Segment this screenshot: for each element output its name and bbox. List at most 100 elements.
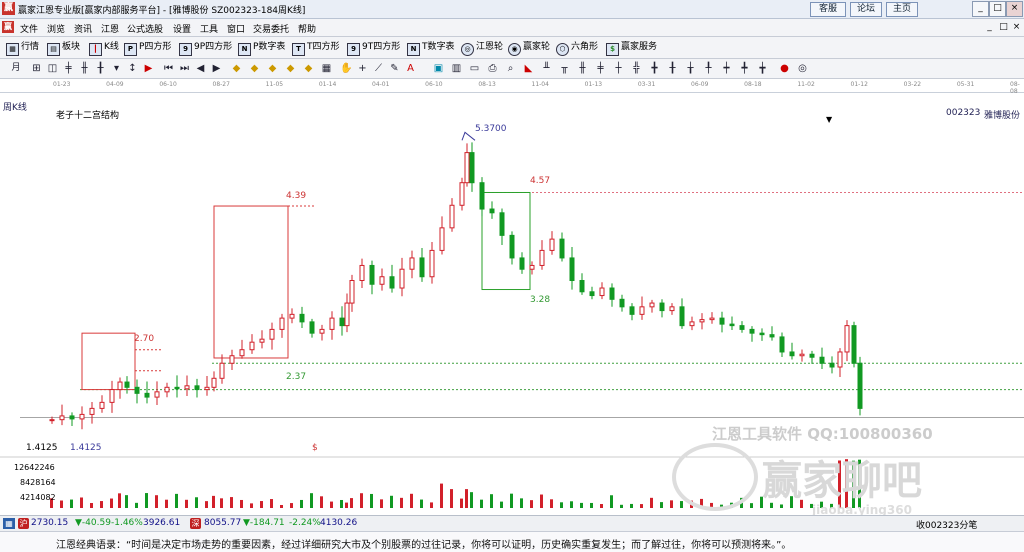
period-selector[interactable]: 月 xyxy=(6,62,26,75)
tool-h2-icon[interactable]: ╥ xyxy=(558,62,571,75)
minimize-button[interactable]: _ xyxy=(972,1,989,17)
volume-bar xyxy=(145,493,148,508)
volume-bar xyxy=(205,501,208,508)
9p-square-button[interactable]: 9 9P四方形 xyxy=(179,40,232,56)
volume-bar xyxy=(480,499,483,508)
tool-h11-icon[interactable]: ┿ xyxy=(720,62,733,75)
box-2 xyxy=(213,205,289,359)
tool-3-icon[interactable]: ╪ xyxy=(62,62,75,75)
candle-body xyxy=(829,362,835,368)
tool-diamond-1-icon[interactable]: ◆ xyxy=(230,62,243,75)
candle-body xyxy=(529,264,535,270)
maximize-button[interactable]: □ xyxy=(989,1,1006,17)
p-square-button[interactable]: P P四方形 xyxy=(124,40,171,56)
volume-bar xyxy=(410,493,413,508)
tool-zoom-icon[interactable]: ⌕ xyxy=(504,62,517,75)
tool-diamond-2-icon[interactable]: ◆ xyxy=(248,62,261,75)
menu-formula-select[interactable]: 公式选股 xyxy=(127,22,163,35)
menu-trade[interactable]: 交易委托 xyxy=(253,22,289,35)
t-square-button[interactable]: T T四方形 xyxy=(292,40,340,56)
gann-wheel-button[interactable]: ◎ 江恩轮 xyxy=(461,40,503,56)
tool-6-icon[interactable]: ▾ xyxy=(110,62,123,75)
menu-tools[interactable]: 工具 xyxy=(200,22,218,35)
tool-h5-icon[interactable]: ┼ xyxy=(612,62,625,75)
menu-info[interactable]: 资讯 xyxy=(74,22,92,35)
timeline-date: 03-31 xyxy=(637,81,656,88)
tool-diamond-3-icon[interactable]: ◆ xyxy=(266,62,279,75)
tool-4-icon[interactable]: ╫ xyxy=(78,62,91,75)
tool-spiral-icon[interactable]: ◎ xyxy=(796,62,809,75)
tool-h1-icon[interactable]: ╨ xyxy=(540,62,553,75)
quotes-button[interactable]: ▦ 行情 xyxy=(6,40,39,56)
tool-monitor-icon[interactable]: ▭ xyxy=(468,62,481,75)
menu-browse[interactable]: 浏览 xyxy=(47,22,65,35)
t-number-table-button[interactable]: N T数字表 xyxy=(407,40,455,56)
tool-h12-icon[interactable]: ╇ xyxy=(738,62,751,75)
tool-last-icon[interactable]: ⏭ xyxy=(178,62,191,75)
mdi-close-button[interactable]: × xyxy=(1011,22,1022,33)
close-button[interactable]: × xyxy=(1006,1,1023,17)
menu-window[interactable]: 窗口 xyxy=(227,22,245,35)
tool-right-icon[interactable]: ▶ xyxy=(210,62,223,75)
timeline-date: 08-13 xyxy=(478,81,496,88)
tool-save-icon[interactable]: ▣ xyxy=(432,62,445,75)
tool-print-icon[interactable]: ⎙ xyxy=(486,62,499,75)
sectors-button[interactable]: ▤ 板块 xyxy=(47,40,80,56)
tool-left-icon[interactable]: ◀ xyxy=(194,62,207,75)
kline-button[interactable]: ┃ K线 xyxy=(89,40,119,56)
hexagon-button[interactable]: ⬡ 六角形 xyxy=(556,40,598,56)
tool-1-icon[interactable]: ⊞ xyxy=(30,62,43,75)
tool-text-icon[interactable]: A xyxy=(404,62,417,75)
mdi-restore-button[interactable]: □ xyxy=(998,22,1009,33)
tool-red-icon[interactable]: ◣ xyxy=(522,62,535,75)
9t-square-button[interactable]: 9 9T四方形 xyxy=(347,40,400,56)
customer-service-link[interactable]: 客服 xyxy=(810,2,846,17)
tool-h9-icon[interactable]: ╁ xyxy=(684,62,697,75)
tool-grid-icon[interactable]: ▦ xyxy=(320,62,333,75)
tool-line-icon[interactable]: ⟋ xyxy=(372,62,385,75)
tool-h8-icon[interactable]: ╂ xyxy=(666,62,679,75)
volume-bar xyxy=(420,499,423,508)
tool-h4-icon[interactable]: ╪ xyxy=(594,62,607,75)
tool-h13-icon[interactable]: ╈ xyxy=(756,62,769,75)
tool-first-icon[interactable]: ⏮ xyxy=(162,62,175,75)
candle-body xyxy=(134,386,140,394)
tool-h7-icon[interactable]: ╋ xyxy=(648,62,661,75)
candle-body xyxy=(329,317,335,330)
tool-circle-red-icon[interactable]: ● xyxy=(778,62,791,75)
winner-wheel-button[interactable]: ◉ 赢家轮 xyxy=(508,40,550,56)
tool-5-icon[interactable]: ╂ xyxy=(94,62,107,75)
candle-body xyxy=(851,325,857,364)
tool-2-icon[interactable]: ◫ xyxy=(46,62,59,75)
timeline-date: 11-05 xyxy=(265,81,284,88)
menu-gann[interactable]: 江恩 xyxy=(101,22,119,35)
mdi-minimize-button[interactable]: _ xyxy=(984,22,995,33)
tool-flag-icon[interactable]: ▶ xyxy=(142,62,155,75)
app-small-logo-icon: 赢 xyxy=(2,21,14,33)
menu-help[interactable]: 帮助 xyxy=(298,22,316,35)
volume-bar xyxy=(345,502,348,508)
tool-7-icon[interactable]: ↕ xyxy=(126,62,139,75)
tool-h6-icon[interactable]: ╬ xyxy=(630,62,643,75)
low-label: 1.4125 xyxy=(70,443,102,453)
homepage-link[interactable]: 主页 xyxy=(886,2,918,17)
box2-top-label: 4.39 xyxy=(286,191,307,201)
menu-file[interactable]: 文件 xyxy=(20,22,38,35)
tool-hand-icon[interactable]: ✋ xyxy=(340,62,353,75)
p-number-table-button[interactable]: N P数字表 xyxy=(238,40,285,56)
winner-service-button[interactable]: $ 赢家服务 xyxy=(606,40,657,56)
volume-bar xyxy=(70,499,73,508)
box3-top-label: 4.57 xyxy=(530,176,551,186)
tool-h3-icon[interactable]: ╫ xyxy=(576,62,589,75)
volume-bar xyxy=(620,504,623,508)
app-logo-icon: 赢 xyxy=(2,2,15,15)
tool-calc-icon[interactable]: ▥ xyxy=(450,62,463,75)
forum-link[interactable]: 论坛 xyxy=(850,2,882,17)
kline-chart[interactable]: 周K线 老子十二宫结构 ▼ 002323 雅博股份 5.3700 2.70 4.… xyxy=(0,93,1024,517)
tool-diamond-4-icon[interactable]: ◆ xyxy=(284,62,297,75)
tool-h10-icon[interactable]: ╀ xyxy=(702,62,715,75)
tool-diamond-5-icon[interactable]: ◆ xyxy=(302,62,315,75)
tool-pen-icon[interactable]: ✎ xyxy=(388,62,401,75)
menu-settings[interactable]: 设置 xyxy=(173,22,191,35)
tool-cross-icon[interactable]: + xyxy=(356,62,369,75)
